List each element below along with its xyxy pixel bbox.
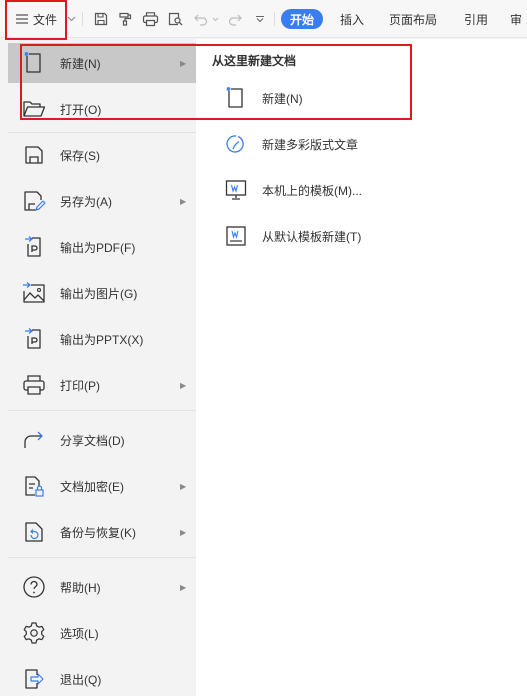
menu-divider (8, 132, 196, 133)
undo-dropdown-icon[interactable] (210, 0, 220, 38)
menu-item-new[interactable]: 新建(N) ▶ (8, 43, 196, 83)
new-document-icon (224, 86, 248, 110)
menu-item-encrypt[interactable]: 文档加密(E) ▶ (8, 466, 196, 506)
print-icon[interactable] (139, 0, 161, 38)
menu-item-label: 文档加密(E) (60, 479, 124, 494)
save-as-icon (22, 189, 46, 213)
submenu-item-colorful-article[interactable]: 新建多彩版式文章 (220, 128, 510, 160)
toolbar: 文件 开始 插入 页面布局 引用 审 (0, 0, 527, 38)
export-pptx-icon (22, 327, 46, 351)
menu-item-save-as[interactable]: 另存为(A) ▶ (8, 181, 196, 221)
menu-item-save[interactable]: 保存(S) (8, 135, 196, 175)
menu-item-print[interactable]: 打印(P) ▶ (8, 365, 196, 405)
submenu-item-label: 从默认模板新建(T) (262, 229, 362, 244)
menu-divider (8, 410, 196, 411)
submenu-arrow-icon: ▶ (180, 58, 187, 68)
submenu-title: 从这里新建文档 (212, 54, 297, 68)
menu-item-backup[interactable]: 备份与恢复(K) ▶ (8, 512, 196, 552)
submenu-item-local-template[interactable]: 本机上的模板(M)... (220, 174, 510, 206)
submenu-item-label: 本机上的模板(M)... (262, 183, 362, 198)
submenu-arrow-icon: ▶ (180, 380, 187, 390)
gear-icon (22, 621, 46, 645)
print-preview-icon[interactable] (164, 0, 186, 38)
menu-item-export-pdf[interactable]: 输出为PDF(F) (8, 227, 196, 267)
more-icon[interactable] (252, 0, 268, 38)
export-image-icon (22, 281, 46, 305)
tab-home[interactable]: 开始 (281, 9, 323, 29)
submenu-item-label: 新建多彩版式文章 (262, 137, 359, 152)
submenu-arrow-icon: ▶ (180, 582, 187, 592)
file-menu-button[interactable]: 文件 (8, 0, 64, 38)
menu-item-label: 退出(Q) (60, 672, 102, 687)
menu-item-label: 帮助(H) (60, 580, 101, 595)
file-menu-panel: 新建(N) ▶ 打开(O) 保存(S) 另存为(A) ▶ 输出为PDF(F) 输… (0, 39, 196, 696)
menu-item-label: 输出为图片(G) (60, 286, 138, 301)
export-pdf-icon (22, 235, 46, 259)
menu-item-exit[interactable]: 退出(Q) (8, 659, 196, 696)
redo-icon[interactable] (226, 0, 244, 38)
submenu-arrow-icon: ▶ (180, 527, 187, 537)
menu-item-label: 打开(O) (60, 102, 102, 117)
share-icon (22, 428, 46, 452)
menu-item-share[interactable]: 分享文档(D) (8, 420, 196, 460)
chevron-down-icon[interactable] (64, 0, 78, 38)
menu-item-label: 另存为(A) (60, 194, 112, 209)
menu-item-label: 分享文档(D) (60, 433, 125, 448)
save-icon[interactable] (90, 0, 112, 38)
menu-item-options[interactable]: 选项(L) (8, 613, 196, 653)
menu-item-open[interactable]: 打开(O) (8, 89, 196, 129)
undo-icon[interactable] (193, 0, 209, 38)
encrypt-icon (22, 474, 46, 498)
default-template-icon (224, 224, 248, 248)
menu-item-label: 选项(L) (60, 626, 99, 641)
menu-item-label: 输出为PDF(F) (60, 240, 136, 255)
file-menu-label: 文件 (32, 12, 57, 27)
menu-item-label: 打印(P) (60, 378, 100, 393)
menu-item-label: 备份与恢复(K) (60, 525, 136, 540)
hamburger-icon (15, 13, 29, 25)
menu-item-label: 新建(N) (60, 56, 101, 71)
menu-item-export-image[interactable]: 输出为图片(G) (8, 273, 196, 313)
save-icon (22, 143, 46, 167)
submenu-item-default-template[interactable]: 从默认模板新建(T) (220, 220, 510, 252)
menu-item-label: 保存(S) (60, 148, 100, 163)
tab-insert[interactable]: 插入 (334, 0, 370, 38)
format-painter-icon[interactable] (114, 0, 136, 38)
menu-item-export-pptx[interactable]: 输出为PPTX(X) (8, 319, 196, 359)
print-icon (22, 373, 46, 397)
folder-icon (22, 97, 46, 121)
help-icon (22, 575, 46, 599)
tab-page-layout[interactable]: 页面布局 (384, 0, 442, 38)
submenu-item-new[interactable]: 新建(N) (220, 82, 510, 114)
local-template-icon (224, 178, 248, 202)
submenu-arrow-icon: ▶ (180, 481, 187, 491)
submenu-item-label: 新建(N) (262, 91, 303, 106)
toolbar-divider (82, 12, 83, 26)
tab-review[interactable]: 审 (510, 0, 527, 38)
new-submenu-panel: 从这里新建文档 新建(N) 新建多彩版式文章 本机上的模板(M)... 从默认模… (196, 39, 527, 696)
colorful-article-icon (224, 132, 248, 156)
toolbar-divider (274, 12, 275, 26)
exit-icon (22, 667, 46, 691)
menu-divider (8, 557, 196, 558)
menu-item-help[interactable]: 帮助(H) ▶ (8, 567, 196, 607)
new-document-icon (22, 51, 46, 75)
backup-icon (22, 520, 46, 544)
tab-references[interactable]: 引用 (456, 0, 496, 38)
menu-item-label: 输出为PPTX(X) (60, 332, 144, 347)
submenu-arrow-icon: ▶ (180, 196, 187, 206)
